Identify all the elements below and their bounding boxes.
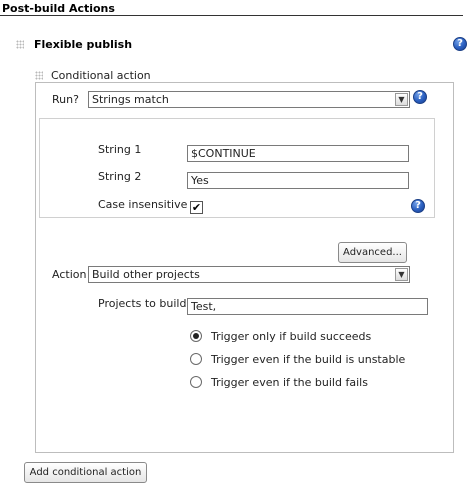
add-conditional-action-button[interactable]: Add conditional action [24,462,147,483]
string1-field[interactable]: $CONTINUE [187,145,409,162]
run-condition-select[interactable]: Strings match ▼ [88,91,410,108]
radio-label: Trigger even if the build is unstable [211,353,406,366]
case-insensitive-checkbox[interactable]: ✔ [190,201,203,214]
radio-label: Trigger even if the build fails [211,376,368,389]
help-icon[interactable]: ? [411,199,425,213]
string2-field[interactable]: Yes [187,172,409,189]
action-select[interactable]: Build other projects ▼ [88,266,410,283]
string1-label: String 1 [98,143,142,156]
case-insensitive-label: Case insensitive [98,198,188,211]
section-title: Post-build Actions [2,2,115,15]
radio-label: Trigger only if build succeeds [211,330,372,343]
conditional-action-legend: Conditional action [51,69,151,82]
drag-handle-icon[interactable] [16,40,24,49]
action-label: Action [52,268,87,281]
chevron-down-icon: ▼ [395,93,408,106]
projects-to-build-label: Projects to build [98,297,187,310]
radio-trigger-fails[interactable] [190,376,202,388]
drag-handle-icon[interactable] [35,71,43,80]
flexible-publish-title: Flexible publish [34,38,133,51]
chevron-down-icon: ▼ [395,268,408,281]
action-value: Build other projects [92,268,200,281]
help-icon[interactable]: ? [453,37,467,51]
radio-trigger-succeeds[interactable] [190,330,202,342]
projects-to-build-field[interactable]: Test, [187,298,428,315]
help-icon[interactable]: ? [413,90,427,104]
string2-label: String 2 [98,170,142,183]
run-condition-value: Strings match [92,93,169,106]
run-label: Run? [52,93,79,106]
advanced-button[interactable]: Advanced... [338,242,407,263]
section-divider [0,15,463,16]
radio-trigger-unstable[interactable] [190,353,202,365]
